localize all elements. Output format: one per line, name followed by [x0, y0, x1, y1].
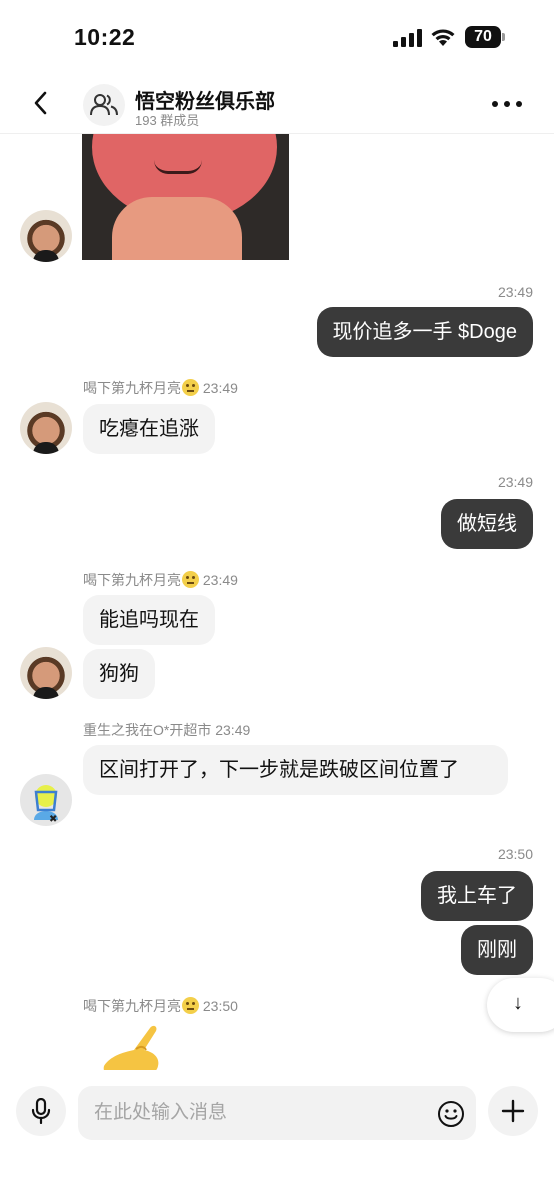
cartoon-avatar-icon [34, 785, 58, 820]
message-time: 23:50 [497, 846, 533, 862]
incoming-message[interactable]: 狗狗 [83, 649, 155, 699]
message-list[interactable]: 23:49 现价追多一手 $Doge 喝下第九杯月亮 23:49 吃瘪在追涨 2… [0, 134, 554, 1070]
sender-name: 重生之我在O*开超市 [83, 722, 212, 738]
avatar[interactable] [20, 402, 72, 454]
sender-info: 喝下第九杯月亮 23:49 [83, 570, 238, 590]
status-bar: 10:22 70 [0, 0, 554, 76]
slightly-smiling-face-icon [182, 379, 199, 396]
message-time: 23:50 [202, 998, 238, 1014]
group-avatar[interactable] [83, 84, 125, 126]
close-icon: ✖ [49, 814, 58, 825]
avatar[interactable] [20, 774, 72, 826]
message-composer [0, 1070, 554, 1200]
microphone-icon [31, 1098, 51, 1124]
battery-tip [502, 33, 505, 41]
slightly-smiling-face-icon [182, 997, 199, 1014]
image-mouth [154, 160, 202, 174]
slightly-smiling-face-icon [182, 571, 199, 588]
incoming-message[interactable]: 能追吗现在 [83, 595, 215, 645]
image-message[interactable] [82, 134, 289, 260]
group-members-icon [90, 94, 118, 116]
message-time: 23:49 [497, 284, 533, 300]
avatar[interactable] [20, 647, 72, 699]
sender-info: 重生之我在O*开超市 23:49 [83, 720, 250, 740]
scroll-to-bottom-button[interactable]: ↓ [487, 978, 554, 1032]
avatar[interactable] [20, 210, 72, 262]
emoji-icon[interactable] [437, 1100, 465, 1128]
sender-name: 喝下第九杯月亮 [83, 998, 181, 1014]
attach-button[interactable] [488, 1086, 538, 1136]
wifi-icon [431, 29, 455, 46]
message-time: 23:49 [202, 380, 238, 396]
outgoing-message[interactable]: 做短线 [441, 499, 533, 549]
sender-name: 喝下第九杯月亮 [83, 572, 181, 588]
message-time: 23:49 [202, 572, 238, 588]
sender-info: 喝下第九杯月亮 23:49 [83, 378, 238, 398]
status-time: 10:22 [74, 24, 136, 50]
outgoing-message[interactable]: 我上车了 [421, 871, 533, 921]
back-icon[interactable] [26, 88, 56, 118]
member-count: 193 群成员 [135, 113, 200, 128]
outgoing-message[interactable]: 现价追多一手 $Doge [316, 307, 533, 357]
image-hands [112, 197, 242, 260]
plus-icon [501, 1099, 525, 1123]
battery-level: 70 [465, 26, 501, 48]
arrow-down-icon: ↓ [513, 992, 523, 1014]
sender-name: 喝下第九杯月亮 [83, 380, 181, 396]
incoming-message[interactable]: 吃瘪在追涨 [83, 404, 215, 454]
outgoing-message[interactable]: 刚刚 [461, 925, 533, 975]
more-options-icon[interactable] [490, 90, 524, 118]
message-time: 23:49 [215, 722, 251, 738]
sender-info: 喝下第九杯月亮 23:50 [83, 996, 238, 1016]
pinching-hand-icon[interactable] [100, 1022, 164, 1070]
cellular-signal-icon [393, 29, 422, 47]
message-time: 23:49 [497, 474, 533, 490]
message-input[interactable] [78, 1086, 476, 1140]
chat-header: 悟空粉丝俱乐部 193 群成员 [0, 76, 554, 134]
incoming-message[interactable]: 区间打开了，下一步就是跌破区间位置了 [83, 745, 508, 795]
battery-indicator: 70 [465, 26, 505, 48]
voice-input-button[interactable] [16, 1086, 66, 1136]
